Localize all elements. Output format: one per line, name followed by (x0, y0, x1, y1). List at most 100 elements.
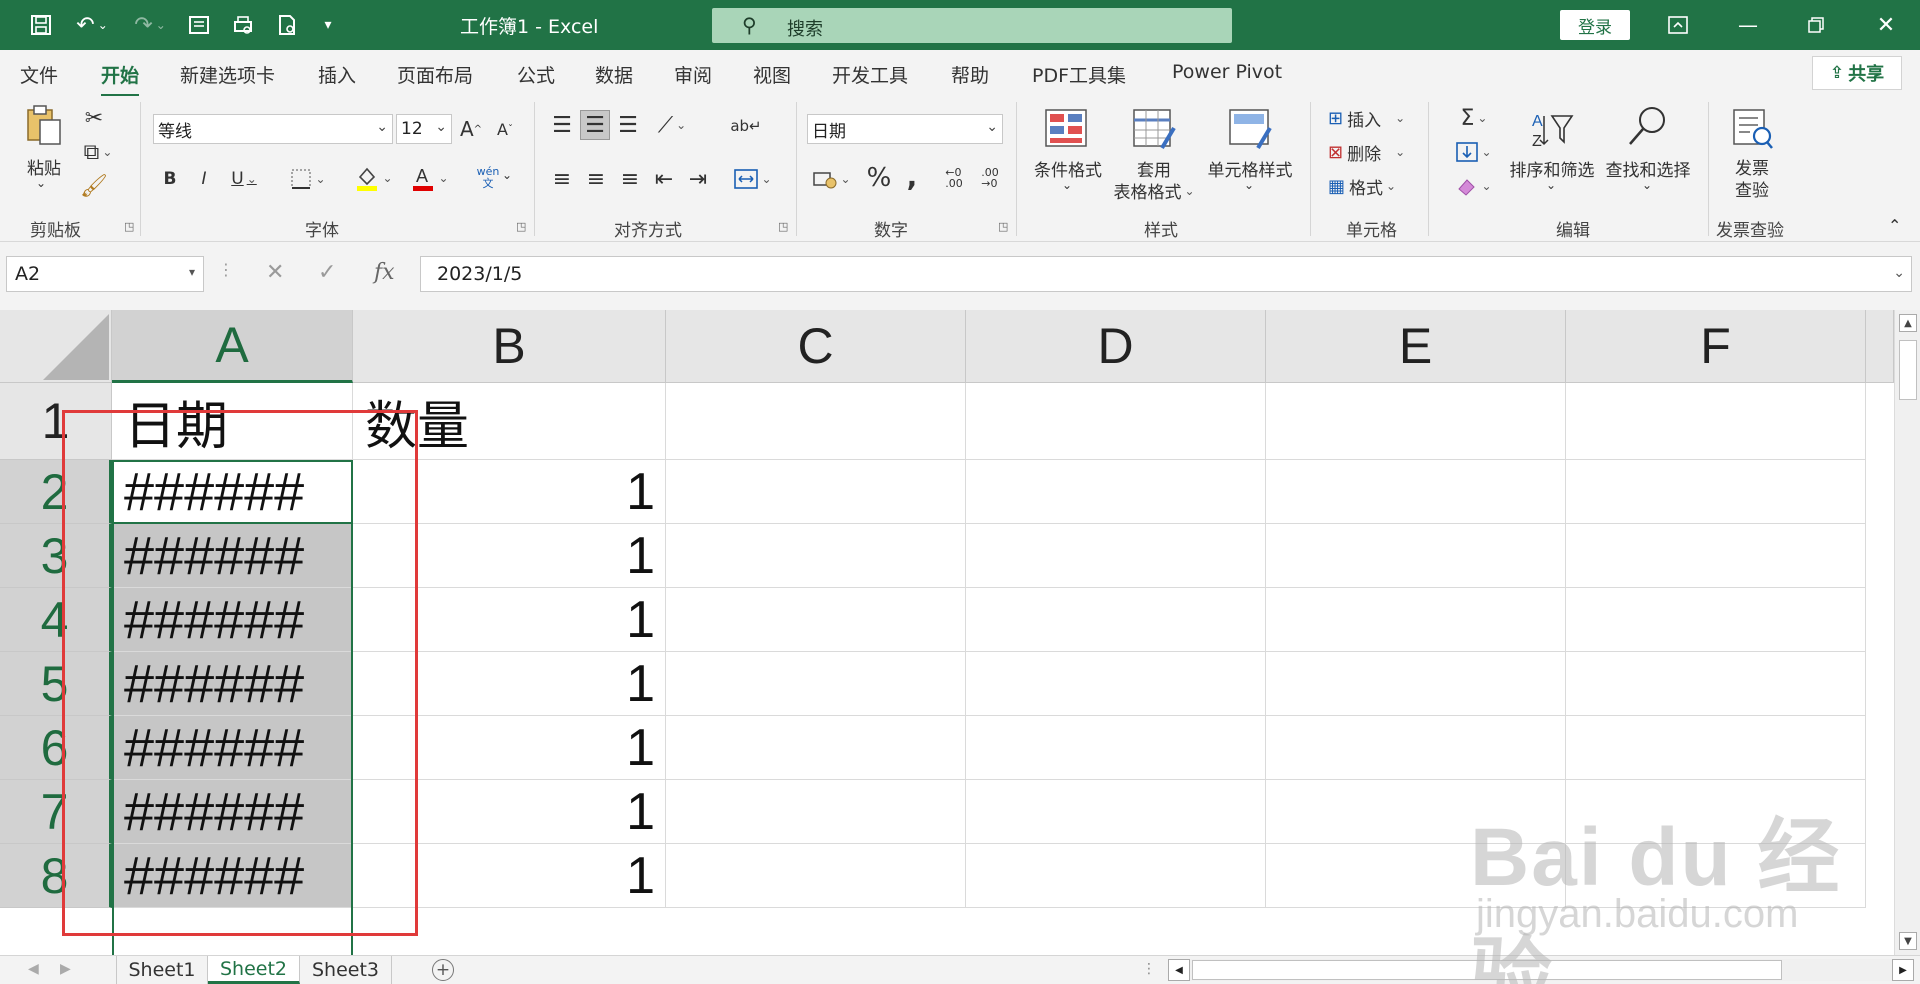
cell-a6[interactable]: ###### (112, 716, 353, 780)
cell-e7[interactable] (1266, 780, 1566, 844)
cell-b5[interactable]: 1 (353, 652, 666, 716)
cell-c4[interactable] (666, 588, 966, 652)
accounting-format-icon[interactable]: ⌄ (808, 164, 856, 194)
tab-file[interactable]: 文件 (20, 61, 58, 88)
clear-icon[interactable]: ⌄ (1452, 172, 1496, 200)
scroll-right-icon[interactable]: ▶ (1892, 959, 1914, 981)
paste-icon[interactable] (22, 104, 66, 148)
decrease-decimal-icon[interactable]: .00 →0 (974, 162, 1006, 194)
spreadsheet-grid[interactable]: A B C D E F 1 日期 数量 2 ###### 1 3 ###### … (0, 310, 1920, 955)
tab-split-handle-icon[interactable]: ⋮ (1142, 961, 1156, 977)
export-pdf-icon[interactable] (272, 11, 302, 39)
tab-power-pivot[interactable]: Power Pivot (1172, 61, 1282, 83)
find-select-dropdown-icon[interactable]: ⌄ (1642, 178, 1652, 192)
save-icon[interactable] (26, 11, 56, 39)
tab-page-layout[interactable]: 页面布局 (397, 61, 473, 88)
sort-filter-dropdown-icon[interactable]: ⌄ (1546, 178, 1556, 192)
formula-input[interactable]: 2023/1/5 ⌄ (420, 256, 1912, 292)
row-header-1[interactable]: 1 (0, 383, 112, 460)
cell-e4[interactable] (1266, 588, 1566, 652)
cell-d6[interactable] (966, 716, 1266, 780)
cell-b8[interactable]: 1 (353, 844, 666, 908)
align-top-icon[interactable]: ☰ (548, 110, 576, 140)
cell-b2[interactable]: 1 (353, 460, 666, 524)
cell-f3[interactable] (1566, 524, 1866, 588)
sheet-tab-2[interactable]: Sheet2 (208, 956, 300, 984)
phonetic-dropdown-icon[interactable]: ⌄ (502, 168, 512, 182)
align-middle-icon[interactable]: ☰ (580, 110, 610, 140)
cell-b7[interactable]: 1 (353, 780, 666, 844)
share-button[interactable]: ⇪ 共享 (1812, 56, 1902, 90)
row-header-3[interactable]: 3 (0, 524, 112, 588)
row-header-7[interactable]: 7 (0, 780, 112, 844)
cell-e2[interactable] (1266, 460, 1566, 524)
more-options-icon[interactable]: ⋮ (218, 260, 234, 279)
column-header-d[interactable]: D (966, 310, 1266, 383)
decrease-font-size-icon[interactable]: Aˇ (492, 114, 518, 144)
collapse-ribbon-icon[interactable]: ⌃ (1888, 216, 1901, 235)
increase-font-size-icon[interactable]: A ^ (458, 114, 484, 144)
form-icon[interactable] (184, 11, 214, 39)
autosum-icon[interactable]: Σ ⌄ (1452, 104, 1496, 132)
copy-icon[interactable]: ⧉ ⌄ (78, 138, 118, 166)
borders-icon[interactable]: ⌄ (284, 164, 332, 194)
cell-d7[interactable] (966, 780, 1266, 844)
sheet-tab-1[interactable]: Sheet1 (116, 956, 208, 984)
tab-help[interactable]: 帮助 (951, 61, 989, 88)
phonetic-guide-icon[interactable]: wén 文 (470, 160, 506, 196)
cell-d8[interactable] (966, 844, 1266, 908)
cell-b3[interactable]: 1 (353, 524, 666, 588)
row-header-8[interactable]: 8 (0, 844, 112, 908)
tab-insert[interactable]: 插入 (318, 61, 356, 88)
clipboard-launcher-icon[interactable]: ◳ (124, 220, 134, 233)
print-preview-icon[interactable] (228, 11, 258, 39)
row-header-5[interactable]: 5 (0, 652, 112, 716)
cell-f6[interactable] (1566, 716, 1866, 780)
row-header-6[interactable]: 6 (0, 716, 112, 780)
cell-c1[interactable] (666, 383, 966, 460)
column-header-e[interactable]: E (1266, 310, 1566, 383)
minimize-icon[interactable]: — (1728, 8, 1768, 42)
row-header-2[interactable]: 2 (0, 460, 112, 524)
cell-b1[interactable]: 数量 (353, 383, 666, 460)
search-box[interactable]: ⚲ 搜索 (712, 8, 1232, 43)
bold-icon[interactable]: B (158, 164, 182, 194)
cell-f7[interactable] (1566, 780, 1866, 844)
tab-developer[interactable]: 开发工具 (832, 61, 908, 88)
font-launcher-icon[interactable]: ◳ (516, 220, 526, 233)
number-format-select[interactable]: 日期 ⌄ (807, 114, 1003, 144)
row-header-4[interactable]: 4 (0, 588, 112, 652)
cell-e3[interactable] (1266, 524, 1566, 588)
undo-icon[interactable]: ↶ ⌄ (70, 11, 114, 39)
invoice-check-icon[interactable] (1730, 106, 1774, 150)
conditional-formatting-icon[interactable] (1044, 108, 1088, 152)
column-header-b[interactable]: B (353, 310, 666, 383)
cell-f5[interactable] (1566, 652, 1866, 716)
cell-a1[interactable]: 日期 (112, 383, 353, 460)
font-size-select[interactable]: 12 ⌄ (396, 114, 452, 144)
column-header-a[interactable]: A (112, 310, 353, 383)
cell-f4[interactable] (1566, 588, 1866, 652)
cut-icon[interactable]: ✂ (80, 104, 108, 132)
fill-icon[interactable]: ⌄ (1452, 138, 1496, 166)
tab-new-tab[interactable]: 新建选项卡 (180, 61, 275, 88)
cancel-entry-icon[interactable]: ✕ (266, 260, 284, 285)
vertical-scroll-thumb[interactable] (1899, 340, 1917, 400)
cell-b4[interactable]: 1 (353, 588, 666, 652)
merge-center-icon[interactable]: ⌄ (728, 164, 778, 194)
cell-a4[interactable]: ###### (112, 588, 353, 652)
align-right-icon[interactable]: ≡ (616, 164, 644, 194)
conditional-formatting-dropdown-icon[interactable]: ⌄ (1062, 178, 1072, 192)
cell-a7[interactable]: ###### (112, 780, 353, 844)
cell-c7[interactable] (666, 780, 966, 844)
cell-d2[interactable] (966, 460, 1266, 524)
cell-d5[interactable] (966, 652, 1266, 716)
cell-f8[interactable] (1566, 844, 1866, 908)
cell-e6[interactable] (1266, 716, 1566, 780)
tab-data[interactable]: 数据 (595, 61, 633, 88)
prev-sheet-icon[interactable]: ◀ (28, 961, 39, 977)
column-header-c[interactable]: C (666, 310, 966, 383)
sheet-tab-3[interactable]: Sheet3 (300, 956, 392, 984)
cell-styles-dropdown-icon[interactable]: ⌄ (1244, 178, 1254, 192)
increase-indent-icon[interactable]: ⇥ (684, 164, 712, 194)
